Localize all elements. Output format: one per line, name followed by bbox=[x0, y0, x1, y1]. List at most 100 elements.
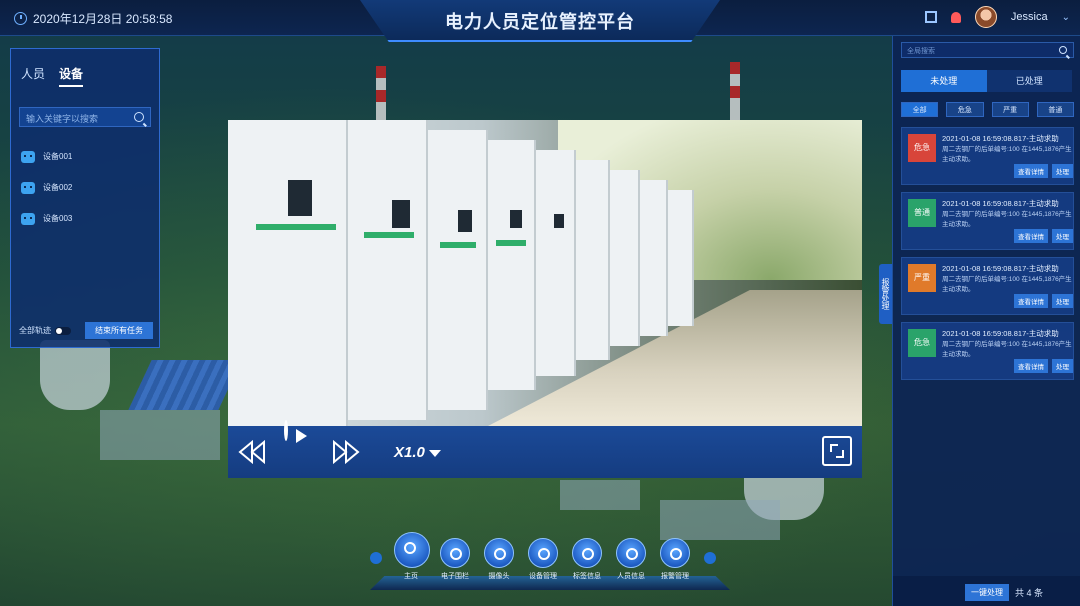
nav-item-alarm[interactable]: 报警管理 bbox=[658, 538, 692, 581]
alarm-time: 2021-01-08 16:59:08.817-主动求助 bbox=[942, 199, 1059, 208]
switch-cabinet bbox=[610, 170, 640, 346]
nav-item-personnel[interactable]: 人员信息 bbox=[614, 538, 648, 581]
chimney-right bbox=[730, 62, 740, 122]
speed-value: X1.0 bbox=[394, 444, 425, 461]
nav-item-fence[interactable]: 电子围栏 bbox=[438, 538, 472, 581]
list-item[interactable]: 设备002 bbox=[11, 172, 159, 203]
device-list: 设备001 设备002 设备003 bbox=[11, 141, 159, 234]
switch-cabinet bbox=[576, 160, 610, 360]
global-search-input[interactable]: 全局搜索 bbox=[901, 42, 1074, 58]
avatar[interactable] bbox=[974, 6, 997, 28]
alarm-item: 危急 2021-01-08 16:59:08.817-主动求助 周二去钢厂的后单… bbox=[901, 322, 1074, 380]
user-name[interactable]: Jessica bbox=[1011, 11, 1048, 23]
expand-icon[interactable] bbox=[822, 436, 852, 466]
video-frame[interactable] bbox=[228, 120, 862, 426]
level-badge: 危急 bbox=[908, 329, 936, 357]
handle-button[interactable]: 处理 bbox=[1052, 164, 1073, 178]
panel-footer: 全部轨迹 结束所有任务 bbox=[19, 322, 153, 339]
switch-cabinet bbox=[668, 190, 694, 326]
nav-item-home[interactable]: 主页 bbox=[394, 532, 430, 581]
nav-item-camera[interactable]: 摄像头 bbox=[482, 538, 516, 581]
tab-devices[interactable]: 设备 bbox=[59, 65, 84, 87]
alarm-list: 危急 2021-01-08 16:59:08.817-主动求助 周二去钢厂的后单… bbox=[901, 127, 1074, 380]
tab-personnel[interactable]: 人员 bbox=[21, 65, 45, 87]
switch-cabinet bbox=[640, 180, 668, 336]
fast-forward-icon[interactable] bbox=[332, 440, 360, 464]
fullscreen-icon[interactable] bbox=[924, 11, 937, 23]
level-badge: 普通 bbox=[908, 199, 936, 227]
search-icon[interactable] bbox=[134, 112, 144, 122]
factory-roof bbox=[128, 360, 242, 410]
switch-cabinet bbox=[488, 140, 536, 390]
switch-cabinet bbox=[228, 120, 348, 426]
all-tracks-label: 全部轨迹 bbox=[19, 326, 51, 335]
nav-prev-icon[interactable] bbox=[370, 552, 382, 564]
alarm-desc: 周二去钢厂的后单编号:100 在1445,1876产生主动求助。 bbox=[942, 211, 1072, 228]
speed-selector[interactable]: X1.0 bbox=[394, 444, 441, 461]
header-actions: Jessica ⌄ bbox=[924, 6, 1070, 28]
alarm-desc: 周二去钢厂的后单编号:100 在1445,1876产生主动求助。 bbox=[942, 146, 1072, 163]
alarm-handle-side-tab[interactable]: 报警处理 bbox=[879, 264, 892, 324]
list-item[interactable]: 设备001 bbox=[11, 141, 159, 172]
rewind-icon[interactable] bbox=[238, 440, 266, 464]
nav-label: 电子围栏 bbox=[441, 573, 469, 580]
handle-button[interactable]: 处理 bbox=[1052, 229, 1073, 243]
robot-icon bbox=[21, 150, 35, 163]
filter-normal[interactable]: 普通 bbox=[1036, 102, 1074, 117]
one-key-handle-button[interactable]: 一键处理 bbox=[965, 584, 1009, 601]
nav-label: 标签信息 bbox=[573, 573, 601, 580]
video-player: X1.0 bbox=[228, 120, 862, 478]
cooling-tower-left bbox=[40, 340, 110, 410]
search-icon[interactable] bbox=[1059, 46, 1067, 54]
home-icon bbox=[394, 532, 430, 568]
building bbox=[100, 410, 220, 460]
handle-button[interactable]: 处理 bbox=[1052, 294, 1073, 308]
alarm-item: 普通 2021-01-08 16:59:08.817-主动求助 周二去钢厂的后单… bbox=[901, 192, 1074, 250]
device-search-input[interactable]: 输入关键字以搜索 bbox=[19, 107, 151, 127]
nav-item-tag[interactable]: 标签信息 bbox=[570, 538, 604, 581]
nav-label: 主页 bbox=[404, 573, 418, 580]
device-label: 设备001 bbox=[43, 152, 73, 161]
list-item[interactable]: 设备003 bbox=[11, 203, 159, 234]
tab-unhandled[interactable]: 未处理 bbox=[901, 70, 987, 92]
switch-cabinet bbox=[536, 150, 576, 376]
alarm-item: 严重 2021-01-08 16:59:08.817-主动求助 周二去钢厂的后单… bbox=[901, 257, 1074, 315]
nav-label: 摄像头 bbox=[488, 573, 510, 580]
view-detail-button[interactable]: 查看详情 bbox=[1014, 229, 1048, 243]
alarm-desc: 周二去钢厂的后单编号:100 在1445,1876产生主动求助。 bbox=[942, 341, 1072, 358]
bell-icon[interactable] bbox=[950, 11, 961, 23]
alarm-time: 2021-01-08 16:59:08.817-主动求助 bbox=[942, 329, 1059, 338]
alarm-icon bbox=[660, 538, 690, 568]
alarm-desc: 周二去钢厂的后单编号:100 在1445,1876产生主动求助。 bbox=[942, 276, 1072, 293]
filter-all[interactable]: 全部 bbox=[901, 102, 939, 117]
page-title: 电力人员定位管控平台 bbox=[445, 12, 635, 32]
clock-icon bbox=[14, 12, 27, 25]
handle-button[interactable]: 处理 bbox=[1052, 359, 1073, 373]
device-label: 设备002 bbox=[43, 183, 73, 192]
bottom-nav: 主页 电子围栏 摄像头 设备管理 标签信息 人员信息 报警管理 bbox=[370, 532, 730, 592]
alarm-time: 2021-01-08 16:59:08.817-主动求助 bbox=[942, 134, 1059, 143]
robot-icon bbox=[21, 212, 35, 225]
player-controls: X1.0 bbox=[228, 420, 862, 478]
nav-label: 报警管理 bbox=[661, 573, 689, 580]
nav-item-device[interactable]: 设备管理 bbox=[526, 538, 560, 581]
nav-label: 设备管理 bbox=[529, 573, 557, 580]
nav-next-icon[interactable] bbox=[704, 552, 716, 564]
total-count: 共 4 条 bbox=[1015, 588, 1044, 598]
view-detail-button[interactable]: 查看详情 bbox=[1014, 164, 1048, 178]
view-detail-button[interactable]: 查看详情 bbox=[1014, 294, 1048, 308]
fence-icon bbox=[440, 538, 470, 568]
gear-icon bbox=[528, 538, 558, 568]
alarm-panel-footer: 一键处理 共 4 条 bbox=[893, 576, 1080, 606]
view-detail-button[interactable]: 查看详情 bbox=[1014, 359, 1048, 373]
end-all-tasks-button[interactable]: 结束所有任务 bbox=[85, 322, 153, 339]
tag-icon bbox=[572, 538, 602, 568]
filter-critical[interactable]: 危急 bbox=[946, 102, 984, 117]
tab-handled[interactable]: 已处理 bbox=[986, 70, 1072, 92]
chevron-down-icon[interactable]: ⌄ bbox=[1062, 12, 1070, 23]
all-tracks-toggle[interactable] bbox=[55, 326, 71, 335]
robot-icon bbox=[21, 181, 35, 194]
play-icon[interactable] bbox=[284, 420, 288, 441]
filter-severe[interactable]: 严重 bbox=[991, 102, 1029, 117]
status-tabs: 未处理 已处理 bbox=[901, 70, 1072, 92]
